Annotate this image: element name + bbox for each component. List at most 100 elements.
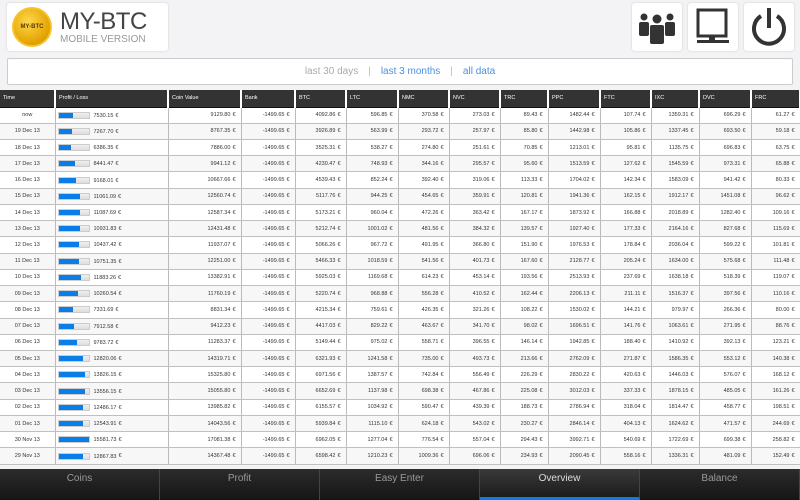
cell-nmc: 558.71 € [398, 334, 450, 352]
users-button[interactable] [632, 3, 682, 51]
column-header-nmc[interactable]: NMC [398, 90, 450, 108]
column-header-ftc[interactable]: FTC [600, 90, 652, 108]
column-header-trc[interactable]: TRC [500, 90, 549, 108]
cell-value: 4539.43 [315, 177, 336, 184]
app-title: MY-BTC [60, 7, 147, 35]
currency-symbol: € [232, 225, 236, 232]
profit-bar [57, 338, 90, 346]
cell-value: 17081.38 [207, 436, 231, 443]
column-header-profit-loss[interactable]: Profit / Loss [55, 90, 169, 108]
currency-symbol: € [440, 355, 444, 362]
nav-tab-balance[interactable]: Balance [640, 469, 800, 500]
power-button[interactable] [744, 3, 794, 51]
cell-value: 6652.69 [315, 388, 336, 395]
profit-bar [57, 387, 90, 395]
currency-symbol: € [591, 112, 595, 119]
filter-separator: | [368, 66, 371, 77]
cell-time: 30 Nov 13 [0, 431, 56, 449]
currency-symbol: € [440, 306, 444, 313]
cell-value: 1942.85 [569, 339, 590, 346]
currency-symbol: € [491, 225, 495, 232]
column-header-nvc[interactable]: NVC [449, 90, 501, 108]
currency-symbol: € [591, 177, 595, 184]
cell-value: 13382.91 [207, 274, 231, 281]
cell-value: 979.97 [671, 306, 689, 313]
cell-value: -1499.65 [262, 112, 285, 119]
cell-coin-value: 14043.56 € [168, 415, 242, 433]
cell-profit-loss: 11883.26 € [55, 269, 169, 287]
currency-symbol: € [337, 160, 341, 167]
cell-nvc: 453.14 € [449, 269, 501, 287]
cell-value: 7331.69 [93, 307, 114, 314]
currency-symbol: € [286, 436, 290, 443]
app-subtitle: MOBILE VERSION [60, 33, 146, 45]
cell-value: 541.56 [421, 258, 439, 265]
cell-bank: -1499.65 € [241, 334, 296, 352]
cell-value: 5212.74 [315, 225, 336, 232]
currency-symbol: € [491, 404, 495, 411]
logo-coin-text: MY-BTC [20, 24, 44, 30]
cell-ppc: 2206.13 € [548, 285, 601, 303]
currency-symbol: € [440, 371, 444, 378]
nav-tab-coins[interactable]: Coins [0, 469, 160, 500]
cell-dvc: 973.31 € [699, 155, 752, 173]
cell-value: 152.49 [772, 453, 790, 460]
cell-ltc: 538.27 € [346, 139, 399, 157]
table-row: 13 Dec 13 10931.83 €12431.48 € -1499.65 €5212… [0, 220, 800, 238]
cell-value: 396.55 [472, 339, 490, 346]
profit-bar [57, 355, 90, 363]
overview-table-container[interactable]: Time Profit / Loss Coin Value Bank BTC LTC NMC… [0, 90, 800, 469]
currency-symbol: € [286, 453, 290, 460]
cell-ftc: 404.13 € [600, 415, 652, 433]
cell-value: 12820.06 [93, 356, 117, 363]
currency-symbol: € [690, 371, 694, 378]
profit-bar-fill [58, 145, 71, 151]
cell-value: 1912.17 [668, 193, 689, 200]
currency-symbol: € [642, 274, 646, 281]
cell-coin-value: 15055.80 € [168, 382, 242, 400]
filter-last-3-months[interactable]: last 3 months [381, 66, 440, 77]
column-header-frc[interactable]: FRC [751, 90, 800, 108]
cell-value: 11937.07 [207, 241, 231, 248]
cell-value: 599.22 [723, 241, 741, 248]
cell-value: 397.56 [723, 290, 741, 297]
filter-all-data[interactable]: all data [463, 66, 495, 77]
column-header-ltc[interactable]: LTC [346, 90, 399, 108]
cell-value: 119.07 [773, 274, 790, 281]
nav-tab-easy-enter[interactable]: Easy Enter [320, 469, 480, 500]
cell-coin-value: 14367.48 € [168, 447, 242, 465]
cell-value: 9412.23 [210, 323, 231, 330]
column-header-ppc[interactable]: PPC [548, 90, 601, 108]
nav-tab-overview[interactable]: Overview [480, 469, 640, 500]
cell-value: 1516.37 [668, 290, 689, 297]
currency-symbol: € [389, 355, 393, 362]
column-header-bank[interactable]: Bank [241, 90, 296, 108]
cell-trc: 167.17 € [500, 204, 549, 222]
profit-bar-fill [58, 421, 83, 427]
cell-value: -1499.65 [262, 453, 285, 460]
column-header-dvc[interactable]: DVC [699, 90, 752, 108]
currency-symbol: € [742, 209, 746, 216]
column-header-ixc[interactable]: IXC [651, 90, 700, 108]
currency-symbol: € [642, 258, 646, 265]
cell-value: 11283.37 [207, 339, 231, 346]
currency-symbol: € [491, 177, 495, 184]
profit-bar-fill [58, 161, 75, 167]
column-header-time[interactable]: Time [0, 90, 56, 108]
currency-symbol: € [690, 209, 694, 216]
cell-profit-loss: 13826.15 € [55, 366, 169, 384]
cell-nmc: 293.72 € [398, 123, 450, 140]
column-header-btc[interactable]: BTC [295, 90, 347, 108]
profit-bar [57, 436, 90, 444]
cell-value: 142.34 [623, 177, 641, 184]
cell-value: 120.81 [520, 193, 538, 200]
column-header-coin-value[interactable]: Coin Value [168, 90, 242, 108]
monitor-button[interactable] [688, 3, 738, 51]
profit-bar [57, 403, 90, 411]
currency-symbol: € [642, 144, 646, 151]
filter-last-30-days[interactable]: last 30 days [305, 66, 358, 77]
cell-trc: 213.66 € [500, 350, 549, 368]
cell-value: 2164.16 [668, 225, 689, 232]
logo-coin: MY-BTC [12, 7, 52, 47]
nav-tab-profit[interactable]: Profit [160, 469, 320, 500]
